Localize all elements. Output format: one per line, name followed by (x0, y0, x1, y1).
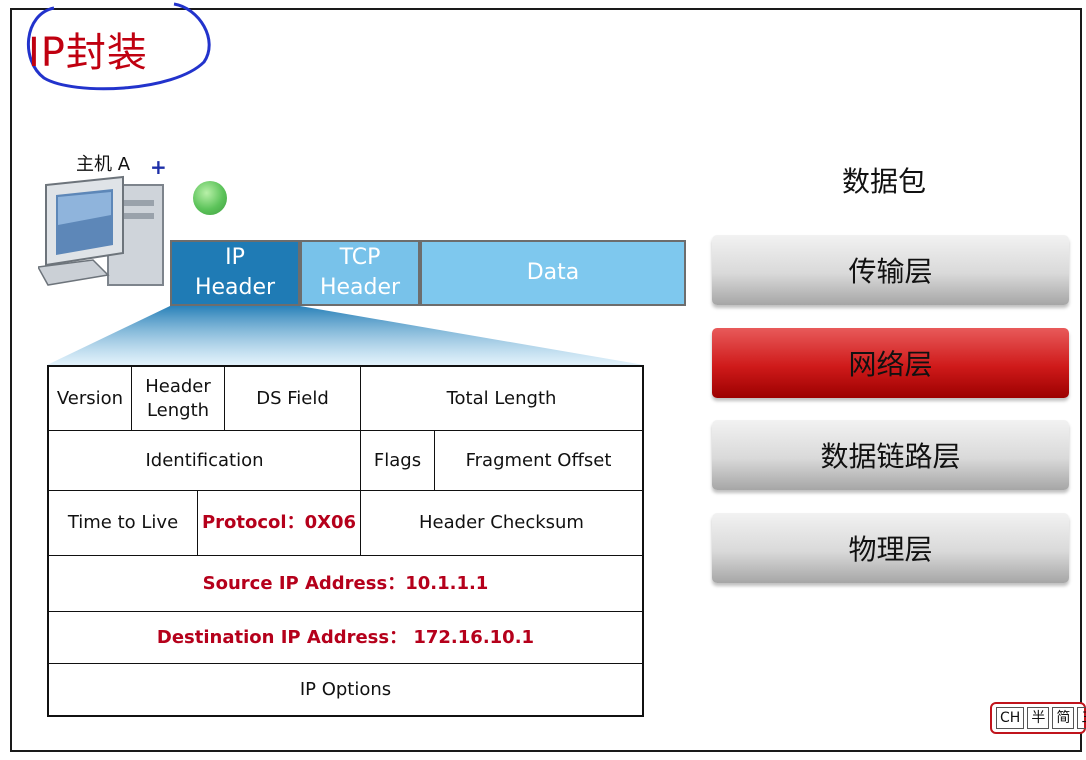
ime-menu-button[interactable]: 三 (1077, 707, 1086, 729)
ip-header-block: IP Header (170, 240, 300, 306)
data-label: Data (526, 260, 580, 285)
packet-label: 数据包 (842, 165, 927, 198)
layer-transport: 传输层 (712, 235, 1069, 305)
tcp-header-line1: TCP (339, 245, 381, 270)
header-length-line2: Length (146, 399, 210, 421)
total-length-cell: Total Length (361, 367, 642, 431)
computer-icon (38, 175, 164, 286)
ip-header-line1: IP (225, 245, 245, 270)
protocol-cell: Protocol：0X06 (198, 491, 361, 556)
host-label: 主机 A (76, 154, 131, 175)
ip-options-cell: IP Options (299, 678, 392, 700)
layer-network: 网络层 (712, 328, 1069, 398)
ip-header-table: Version Header Length DS Field Total Len… (47, 365, 644, 717)
tcp-header-line2: Header (319, 275, 401, 300)
expansion-funnel (47, 306, 644, 365)
layer-physical: 物理层 (712, 513, 1069, 583)
identification-cell: Identification (49, 431, 361, 491)
layer-datalink: 数据链路层 (712, 420, 1069, 490)
page-title: IP封装 (28, 30, 148, 76)
ds-field-cell: DS Field (225, 367, 361, 431)
data-block: Data (420, 240, 686, 306)
status-dot (193, 181, 227, 215)
header-length-cell: Header Length (132, 367, 225, 431)
ime-toolbar[interactable]: CH 半 简 三 (990, 702, 1086, 734)
destination-ip-cell: Destination IP Address： 172.16.10.1 (49, 612, 642, 664)
ime-half-button[interactable]: 半 (1027, 707, 1050, 729)
checksum-cell: Header Checksum (361, 491, 642, 556)
fragment-offset-cell: Fragment Offset (435, 431, 642, 491)
ttl-cell: Time to Live (49, 491, 198, 556)
ip-header-line2: Header (194, 275, 276, 300)
ime-mode-button[interactable]: CH (996, 707, 1025, 729)
flags-cell: Flags (361, 431, 435, 491)
tcp-header-block: TCP Header (300, 240, 420, 306)
source-ip-cell: Source IP Address：10.1.1.1 (49, 556, 642, 612)
version-cell: Version (49, 367, 132, 431)
header-length-line1: Header (145, 375, 211, 397)
ime-simple-button[interactable]: 简 (1052, 707, 1075, 729)
